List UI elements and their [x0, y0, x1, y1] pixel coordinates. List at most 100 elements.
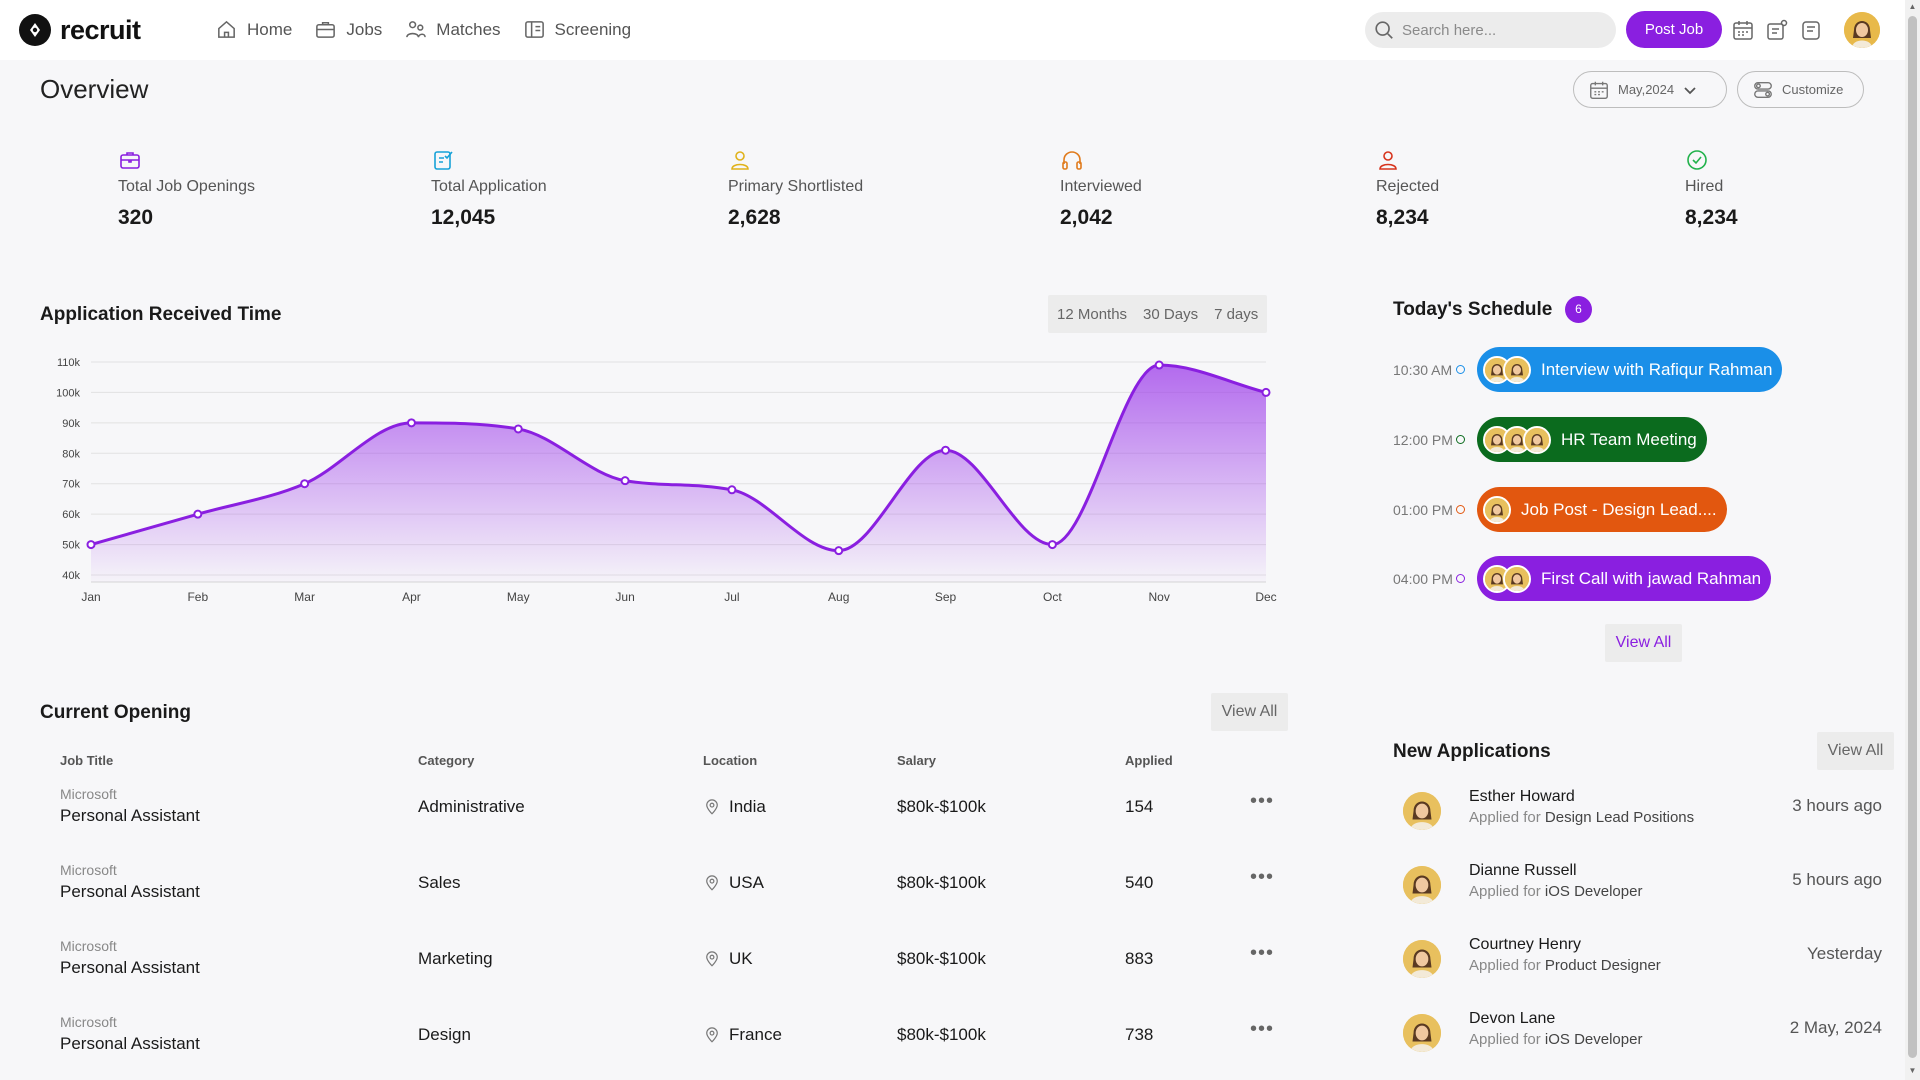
company-name: Microsoft [60, 786, 117, 802]
more-options-icon[interactable]: ••• [1250, 942, 1274, 965]
stat-label: Hired [1685, 178, 1724, 195]
more-options-icon[interactable]: ••• [1250, 866, 1274, 889]
chat-icon[interactable] [1765, 18, 1789, 42]
top-bar: recruit Home Jobs Matches Screening Post… [0, 0, 1905, 60]
table-row[interactable]: Microsoft Personal Assistant Administrativ… [40, 786, 1280, 862]
data-point[interactable] [620, 476, 630, 486]
customize-button[interactable]: Customize [1737, 71, 1864, 108]
schedule-event-pill[interactable]: Job Post - Design Lead.... [1477, 487, 1727, 532]
location-cell: UK [703, 949, 753, 969]
location-pin-icon [706, 799, 718, 815]
data-point[interactable] [1261, 387, 1271, 397]
openings-view-all-button[interactable]: View All [1211, 693, 1288, 731]
chart-title: Application Received Time [40, 304, 282, 325]
location-cell: USA [703, 873, 764, 893]
table-row[interactable]: Microsoft Personal Assistant Sales USA $80k-… [40, 862, 1280, 938]
calendar-icon[interactable] [1731, 18, 1755, 42]
avatar [1403, 940, 1441, 978]
data-point[interactable] [193, 509, 203, 519]
x-tick-label: Nov [1149, 590, 1170, 604]
schedule-event-pill[interactable]: Interview with Rafiqur Rahman [1477, 347, 1783, 392]
stat-primary-shortlisted: Primary Shortlisted 2,628 [728, 148, 863, 230]
stat-label: Primary Shortlisted [728, 178, 864, 195]
nav-item-screening[interactable]: Screening [523, 18, 631, 41]
company-name: Microsoft [60, 862, 117, 878]
nav-item-jobs[interactable]: Jobs [314, 18, 382, 41]
user-icon [731, 151, 749, 170]
timeline-dot [1456, 435, 1465, 444]
scroll-down-icon[interactable]: ▼ [1908, 1066, 1917, 1076]
data-point[interactable] [86, 540, 96, 550]
y-tick-label: 70k [62, 479, 80, 491]
data-point[interactable] [300, 479, 310, 489]
nav-label: Home [247, 19, 293, 39]
chart-area [91, 365, 1266, 582]
job-title: Personal Assistant [60, 958, 200, 977]
applied-role: Product Designer [1544, 957, 1661, 974]
application-item[interactable]: Dianne Russell Applied for iOS Developer 5… [1400, 862, 1890, 922]
search-input[interactable] [1402, 21, 1602, 39]
scroll-up-icon[interactable]: ▲ [1908, 2, 1917, 12]
month-selector[interactable]: May,2024 [1573, 71, 1727, 108]
table-row[interactable]: Microsoft Personal Assistant Marketing UK $8… [40, 938, 1280, 1014]
schedule-event-pill[interactable]: First Call with jawad Rahman [1477, 556, 1772, 601]
data-point[interactable] [834, 546, 844, 556]
applied-role: iOS Developer [1544, 1031, 1643, 1048]
schedule-view-all-button[interactable]: View All [1605, 624, 1682, 662]
applied-for-prefix: Applied for [1469, 957, 1541, 974]
nav-label: Jobs [346, 19, 383, 39]
main-nav: Home Jobs Matches Screening [215, 18, 631, 41]
applied-time: 3 hours ago [1792, 796, 1882, 815]
schedule-time: 12:00 PM [1393, 431, 1453, 448]
data-point[interactable] [1047, 540, 1057, 550]
x-tick-label: Feb [187, 590, 208, 604]
logo-icon [19, 14, 51, 46]
nav-item-matches[interactable]: Matches [404, 18, 501, 41]
applications-view-all-button[interactable]: View All [1817, 732, 1894, 770]
timeline-dot [1456, 365, 1465, 374]
user-avatar[interactable] [1844, 12, 1880, 48]
salary-cell: $80k-$100k [897, 949, 986, 968]
post-job-button[interactable]: Post Job [1626, 11, 1722, 48]
scroll-thumb[interactable] [1908, 16, 1917, 1058]
tab-7-days[interactable]: 7 days [1214, 306, 1258, 323]
search-icon [1375, 21, 1393, 39]
x-tick-label: Jun [615, 590, 634, 604]
application-item[interactable]: Esther Howard Applied for Design Lead Pos… [1400, 788, 1890, 848]
avatar [1403, 866, 1441, 904]
data-point[interactable] [406, 418, 416, 428]
applied-cell: 738 [1125, 1025, 1154, 1044]
application-item[interactable]: Courtney Henry Applied for Product Design… [1400, 936, 1890, 996]
column-header-job-title: Job Title [60, 753, 114, 768]
column-header-salary: Salary [897, 753, 937, 768]
applied-cell: 154 [1125, 797, 1154, 816]
scrollbar[interactable]: ▲ ▼ [1905, 0, 1920, 1080]
more-options-icon[interactable]: ••• [1250, 1018, 1274, 1041]
x-tick-label: Mar [294, 590, 315, 604]
tab-30-days[interactable]: 30 Days [1143, 306, 1198, 323]
avatar [1523, 425, 1551, 454]
attendee-avatars [1483, 495, 1511, 524]
data-point[interactable] [1154, 360, 1164, 370]
tab-12-months[interactable]: 12 Months [1057, 306, 1127, 323]
y-tick-label: 110k [57, 357, 81, 369]
logo[interactable]: recruit [19, 14, 141, 46]
application-item[interactable]: Devon Lane Applied for iOS Developer 2 May… [1400, 1010, 1890, 1070]
salary-cell: $80k-$100k [897, 873, 986, 892]
column-header-category: Category [418, 753, 475, 768]
applied-cell: 540 [1125, 873, 1154, 892]
schedule-time: 10:30 AM [1393, 361, 1453, 378]
data-point[interactable] [941, 445, 951, 455]
briefcase-icon [316, 22, 336, 38]
location-pin-icon [706, 1027, 718, 1043]
timeline-dot [1456, 574, 1465, 583]
data-point[interactable] [513, 424, 523, 434]
data-point[interactable] [727, 485, 737, 495]
table-row[interactable]: Microsoft Personal Assistant Design France $… [40, 1014, 1280, 1080]
schedule-event-label: Job Post - Design Lead.... [1521, 499, 1717, 519]
notes-icon[interactable] [1799, 18, 1823, 42]
category-cell: Administrative [418, 797, 525, 816]
nav-item-home[interactable]: Home [215, 18, 292, 41]
more-options-icon[interactable]: ••• [1250, 790, 1274, 813]
schedule-event-pill[interactable]: HR Team Meeting [1477, 417, 1707, 462]
